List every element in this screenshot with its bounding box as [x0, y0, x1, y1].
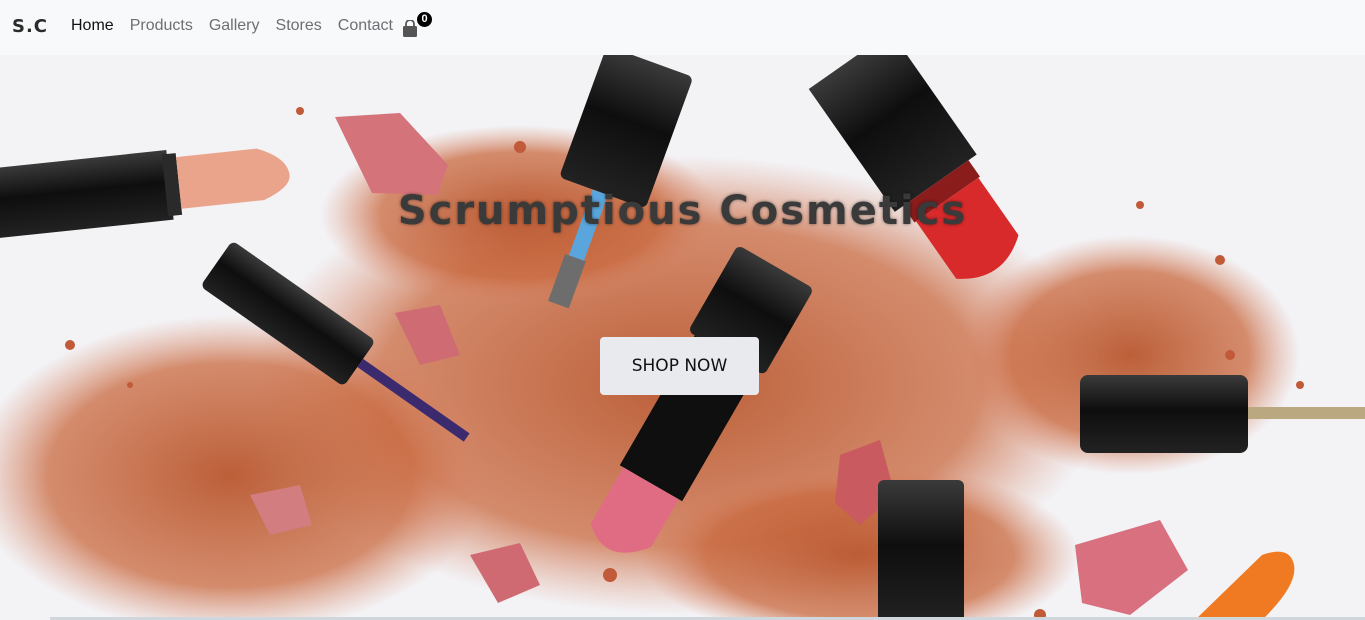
nav-link-contact[interactable]: Contact: [330, 17, 401, 35]
shop-now-button[interactable]: SHOP NOW: [600, 337, 759, 395]
navbar: S.C Home Products Gallery Stores Contact…: [0, 0, 1365, 55]
nav-links: Home Products Gallery Stores Contact: [63, 17, 401, 35]
cart-button[interactable]: 0: [401, 12, 432, 40]
hero-title: Scrumptious Cosmetics: [397, 188, 968, 234]
cart-count-badge: 0: [417, 12, 432, 27]
nav-link-products[interactable]: Products: [122, 17, 201, 35]
nav-link-home[interactable]: Home: [63, 17, 122, 35]
shopping-bag-icon: [403, 20, 417, 37]
nav-link-stores[interactable]: Stores: [268, 17, 330, 35]
nav-link-gallery[interactable]: Gallery: [201, 17, 268, 35]
brand-logo[interactable]: S.C: [12, 16, 48, 37]
hero-section: Scrumptious Cosmetics SHOP NOW: [0, 55, 1365, 620]
